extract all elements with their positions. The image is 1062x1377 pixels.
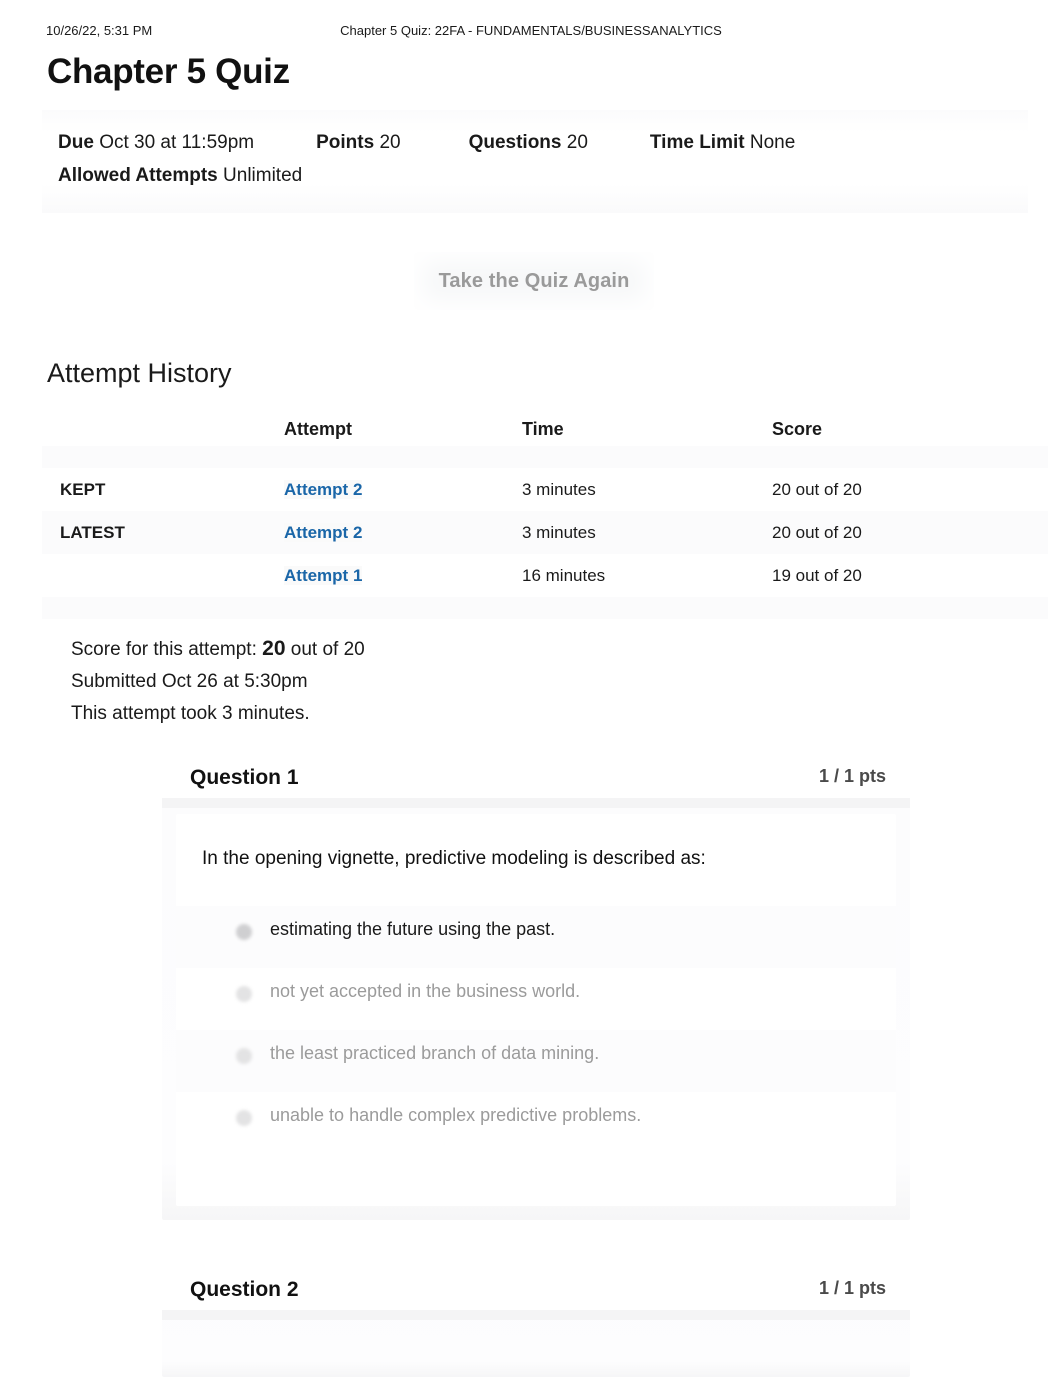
radio-button-icon[interactable]	[236, 986, 252, 1002]
meta-allowed-attempts: Allowed Attempts Unlimited	[58, 165, 302, 187]
meta-allowed-attempts-label: Allowed Attempts	[58, 165, 218, 186]
meta-due-label: Due	[58, 132, 94, 153]
meta-time-limit-label: Time Limit	[649, 132, 745, 153]
row-time-cell: 3 minutes	[522, 479, 596, 499]
answer-option[interactable]: unable to handle complex predictive prob…	[176, 1092, 896, 1154]
row-attempt-cell: Attempt 2	[284, 468, 522, 511]
row-time-cell: 16 minutes	[522, 565, 606, 585]
answer-label: not yet accepted in the business world.	[270, 981, 581, 1001]
radio-button-icon[interactable]	[236, 1048, 252, 1064]
score-prefix: Score for this attempt:	[71, 639, 257, 660]
print-header: 10/26/22, 5:31 PM Chapter 5 Quiz: 22FA -…	[0, 23, 1062, 41]
row-status-blank	[42, 554, 284, 597]
row-score-cell: 20 out of 20	[772, 479, 862, 499]
column-header-score: Score	[772, 418, 823, 439]
take-quiz-again-button[interactable]: Take the Quiz Again	[414, 252, 654, 310]
meta-time-limit: Time Limit None	[650, 132, 795, 154]
row-score-cell: 20 out of 20	[772, 522, 862, 542]
answer-label: unable to handle complex predictive prob…	[270, 1105, 642, 1125]
column-header-blank	[42, 412, 284, 446]
question-card-1: Question 1 1 / 1 pts In the opening vign…	[162, 736, 910, 1220]
question-1-title: Question 1	[190, 766, 299, 789]
answer-option[interactable]: estimating the future using the past.	[176, 906, 896, 968]
radio-button-icon[interactable]	[236, 1110, 252, 1126]
meta-due-value: Oct 30 at 11:59pm	[99, 132, 255, 153]
question-1-divider	[162, 798, 910, 808]
answer-label: estimating the future using the past.	[270, 919, 556, 939]
page-title: Chapter 5 Quiz	[47, 52, 290, 91]
quiz-meta-row-secondary: Allowed Attempts Unlimited	[58, 165, 302, 187]
table-row: LATEST Attempt 2 3 minutes 20 out of 20	[42, 511, 1048, 554]
row-attempt-cell: Attempt 2	[284, 511, 522, 554]
column-header-time: Time	[522, 418, 564, 439]
row-attempt-cell: Attempt 1	[284, 554, 522, 597]
radio-button-icon[interactable]	[236, 924, 252, 940]
submitted-line: Submitted Oct 26 at 5:30pm	[71, 671, 308, 692]
question-card-2: Question 2 1 / 1 pts	[162, 1248, 910, 1377]
table-spacer-row	[42, 446, 1048, 468]
row-score-cell: 19 out of 20	[772, 565, 862, 585]
question-1-points: 1 / 1 pts	[818, 766, 886, 786]
meta-allowed-attempts-value: Unlimited	[223, 165, 303, 186]
score-line: Score for this attempt: 20 out of 20	[71, 633, 365, 666]
attempt-history-table-wrap: Attempt Time Score KEPT Attempt 2 3 minu…	[42, 412, 1048, 637]
take-quiz-again-label: Take the Quiz Again	[438, 269, 630, 292]
attempt-history-body: KEPT Attempt 2 3 minutes 20 out of 20 LA…	[42, 446, 1048, 637]
question-1-header: Question 1 1 / 1 pts	[162, 736, 910, 798]
score-suffix: out of 20	[290, 639, 365, 660]
score-value: 20	[262, 637, 286, 660]
table-spacer-row	[42, 597, 1048, 619]
answer-option[interactable]: the least practiced branch of data minin…	[176, 1030, 896, 1092]
row-status-kept: KEPT	[60, 479, 106, 499]
quiz-meta-band: Due Oct 30 at 11:59pm Points 20 Questions …	[42, 110, 1028, 213]
attempt-history-head: Attempt Time Score	[42, 412, 1048, 446]
meta-due: Due Oct 30 at 11:59pm	[58, 132, 254, 154]
question-2-header: Question 2 1 / 1 pts	[162, 1248, 910, 1310]
meta-points-value: 20	[379, 132, 401, 153]
row-time-cell: 3 minutes	[522, 522, 596, 542]
meta-questions-value: 20	[566, 132, 588, 153]
answer-label: the least practiced branch of data minin…	[270, 1043, 600, 1063]
attempt-history-table: Attempt Time Score KEPT Attempt 2 3 minu…	[42, 412, 1048, 637]
question-1-answers: estimating the future using the past. no…	[176, 906, 896, 1154]
attempt-link-2-kept[interactable]: Attempt 2	[284, 479, 363, 499]
table-header-row: Attempt Time Score	[42, 412, 1048, 446]
meta-points-label: Points	[316, 132, 375, 153]
meta-questions-label: Questions	[468, 132, 562, 153]
meta-time-limit-value: None	[749, 132, 796, 153]
quiz-meta-row-primary: Due Oct 30 at 11:59pm Points 20 Questions …	[58, 132, 795, 154]
question-2-title: Question 2	[190, 1278, 299, 1301]
row-status-latest: LATEST	[60, 522, 125, 542]
attempt-link-1[interactable]: Attempt 1	[284, 565, 363, 585]
duration-line: This attempt took 3 minutes.	[71, 703, 310, 724]
table-row: KEPT Attempt 2 3 minutes 20 out of 20	[42, 468, 1048, 511]
attempt-link-2-latest[interactable]: Attempt 2	[284, 522, 363, 542]
answer-option[interactable]: not yet accepted in the business world.	[176, 968, 896, 1030]
meta-questions: Questions 20	[469, 132, 588, 154]
score-summary: Score for this attempt: 20 out of 20 Sub…	[71, 633, 365, 730]
table-row: Attempt 1 16 minutes 19 out of 20	[42, 554, 1048, 597]
question-1-text: In the opening vignette, predictive mode…	[202, 848, 706, 869]
attempt-history-heading: Attempt History	[47, 358, 232, 388]
column-header-attempt: Attempt	[284, 418, 352, 439]
question-1-body: In the opening vignette, predictive mode…	[176, 814, 896, 1206]
meta-points: Points 20	[316, 132, 400, 154]
question-2-points: 1 / 1 pts	[818, 1278, 886, 1298]
print-page-title: Chapter 5 Quiz: 22FA - FUNDAMENTALS/BUSI…	[340, 23, 722, 38]
question-2-divider	[162, 1310, 910, 1320]
